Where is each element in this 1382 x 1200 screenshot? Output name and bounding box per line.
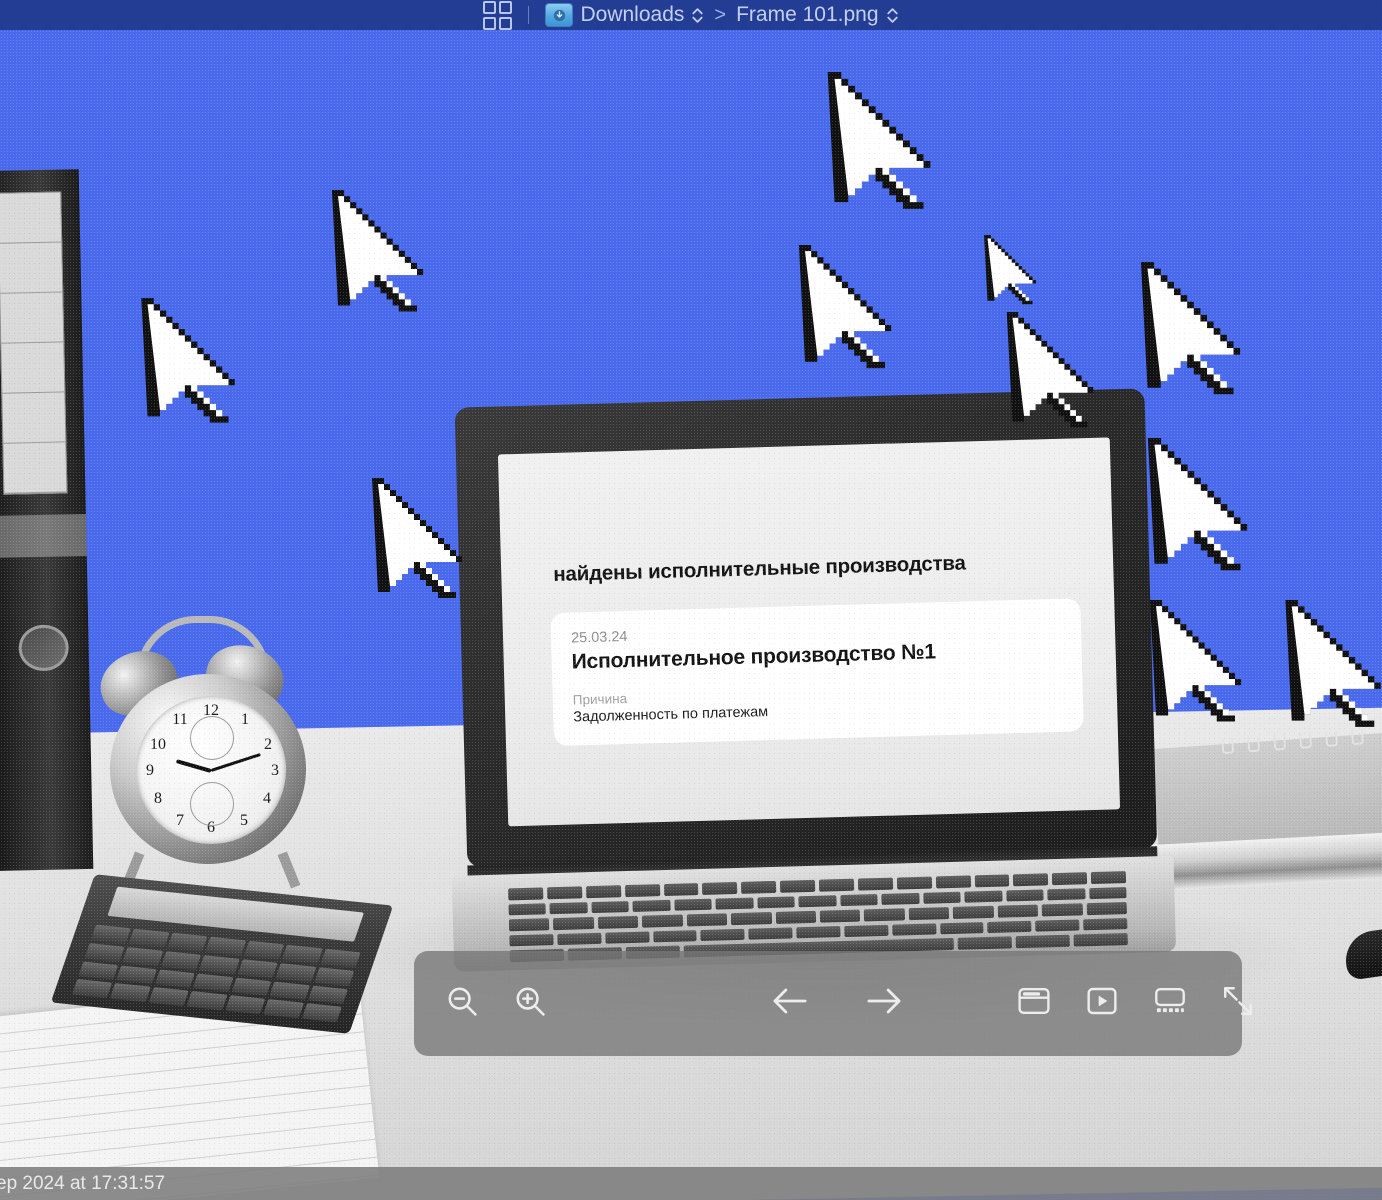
breadcrumb-separator: > (714, 3, 727, 26)
chevron-up-down-icon[interactable] (886, 6, 899, 25)
breadcrumb-folder-label: Downloads (580, 3, 685, 26)
clock-numeral: 11 (172, 711, 188, 728)
pixel-cursor-icon (365, 478, 469, 634)
pixel-cursor-icon (1140, 438, 1255, 610)
pixel-cursor-icon (980, 235, 1040, 325)
arrow-left-icon (768, 984, 812, 1023)
magnifier-minus-icon (443, 982, 481, 1025)
breadcrumb-file-label: Frame 101.png (736, 3, 879, 26)
breadcrumb-folder[interactable]: Downloads (545, 3, 704, 27)
view-mode-controls (1000, 970, 1272, 1038)
screen-heading: найдены исполнительные производства (552, 551, 967, 586)
index-sheet-button[interactable] (1136, 970, 1204, 1038)
window-pane-icon (1017, 986, 1051, 1021)
zoom-controls (428, 970, 564, 1038)
contact-sheet-icon (1153, 986, 1187, 1021)
clock-subdial-top (190, 716, 234, 760)
pixel-cursor-icon (790, 245, 900, 405)
downloads-folder-icon (545, 3, 574, 27)
clock-numeral: 10 (150, 736, 166, 753)
pixel-cursor-icon (1000, 312, 1100, 462)
pixel-cursor-icon (325, 190, 430, 348)
clock-numeral: 4 (263, 790, 271, 807)
status-timestamp: ep 2024 at 17:31:57 (0, 1172, 166, 1194)
breadcrumb-file[interactable]: Frame 101.png (736, 3, 898, 27)
clock-numeral: 8 (154, 790, 162, 807)
binder-label (0, 191, 68, 495)
zoom-in-button[interactable] (496, 970, 564, 1038)
clock-numeral: 3 (271, 762, 279, 779)
enforcement-proceeding-card: 25.03.24 Исполнительное производство №1 … (550, 598, 1084, 747)
clock-body: 12 1 2 3 4 5 6 7 8 9 10 11 (110, 674, 306, 864)
diagonal-expand-arrows-icon (1221, 984, 1255, 1023)
ring-binder (0, 169, 94, 871)
clock-numeral: 9 (146, 762, 154, 779)
next-button[interactable] (850, 970, 918, 1038)
clock-hour-hand (175, 759, 212, 773)
clock-subdial-bottom (190, 782, 234, 826)
single-page-view-button[interactable] (1000, 970, 1068, 1038)
previous-button[interactable] (756, 970, 824, 1038)
pixel-cursor-icon (1278, 600, 1382, 765)
fullscreen-button[interactable] (1204, 970, 1272, 1038)
clock-numeral: 1 (241, 711, 249, 728)
slideshow-button[interactable] (1068, 970, 1136, 1038)
quick-look-titlebar: Downloads > Frame 101.png (0, 0, 1382, 30)
binder-ring-hole (18, 624, 70, 672)
laptop-screen: найдены исполнительные производства 25.0… (497, 437, 1121, 827)
titlebar-divider (528, 6, 530, 24)
magnifier-plus-icon (511, 982, 549, 1025)
status-bar: ep 2024 at 17:31:57 (0, 1167, 1382, 1200)
clock-face: 12 1 2 3 4 5 6 7 8 9 10 11 (136, 696, 286, 844)
preview-toolbar (414, 951, 1252, 1056)
zoom-out-button[interactable] (428, 970, 496, 1038)
pixel-cursor-icon (1133, 262, 1248, 434)
pixel-cursor-icon (1143, 600, 1248, 758)
navigation-controls (756, 970, 918, 1038)
laptop-keyboard (508, 871, 1128, 963)
quick-look-viewer: 12 1 2 3 4 5 6 7 8 9 10 11 найдены испол… (0, 0, 1382, 1200)
laptop: найдены исполнительные производства 25.0… (432, 378, 1177, 972)
play-in-box-icon (1086, 986, 1118, 1021)
calculator-keypad (72, 924, 361, 1023)
pixel-cursor-icon (820, 72, 938, 250)
clock-numeral: 2 (264, 736, 272, 753)
clock-numeral: 5 (240, 812, 248, 829)
chevron-up-down-icon[interactable] (691, 6, 704, 25)
binder-band (0, 513, 87, 558)
pixel-cursor-icon (133, 298, 243, 460)
clock-numeral: 7 (176, 812, 184, 829)
grid-view-icon[interactable] (483, 0, 513, 30)
arrow-right-icon (862, 984, 906, 1023)
